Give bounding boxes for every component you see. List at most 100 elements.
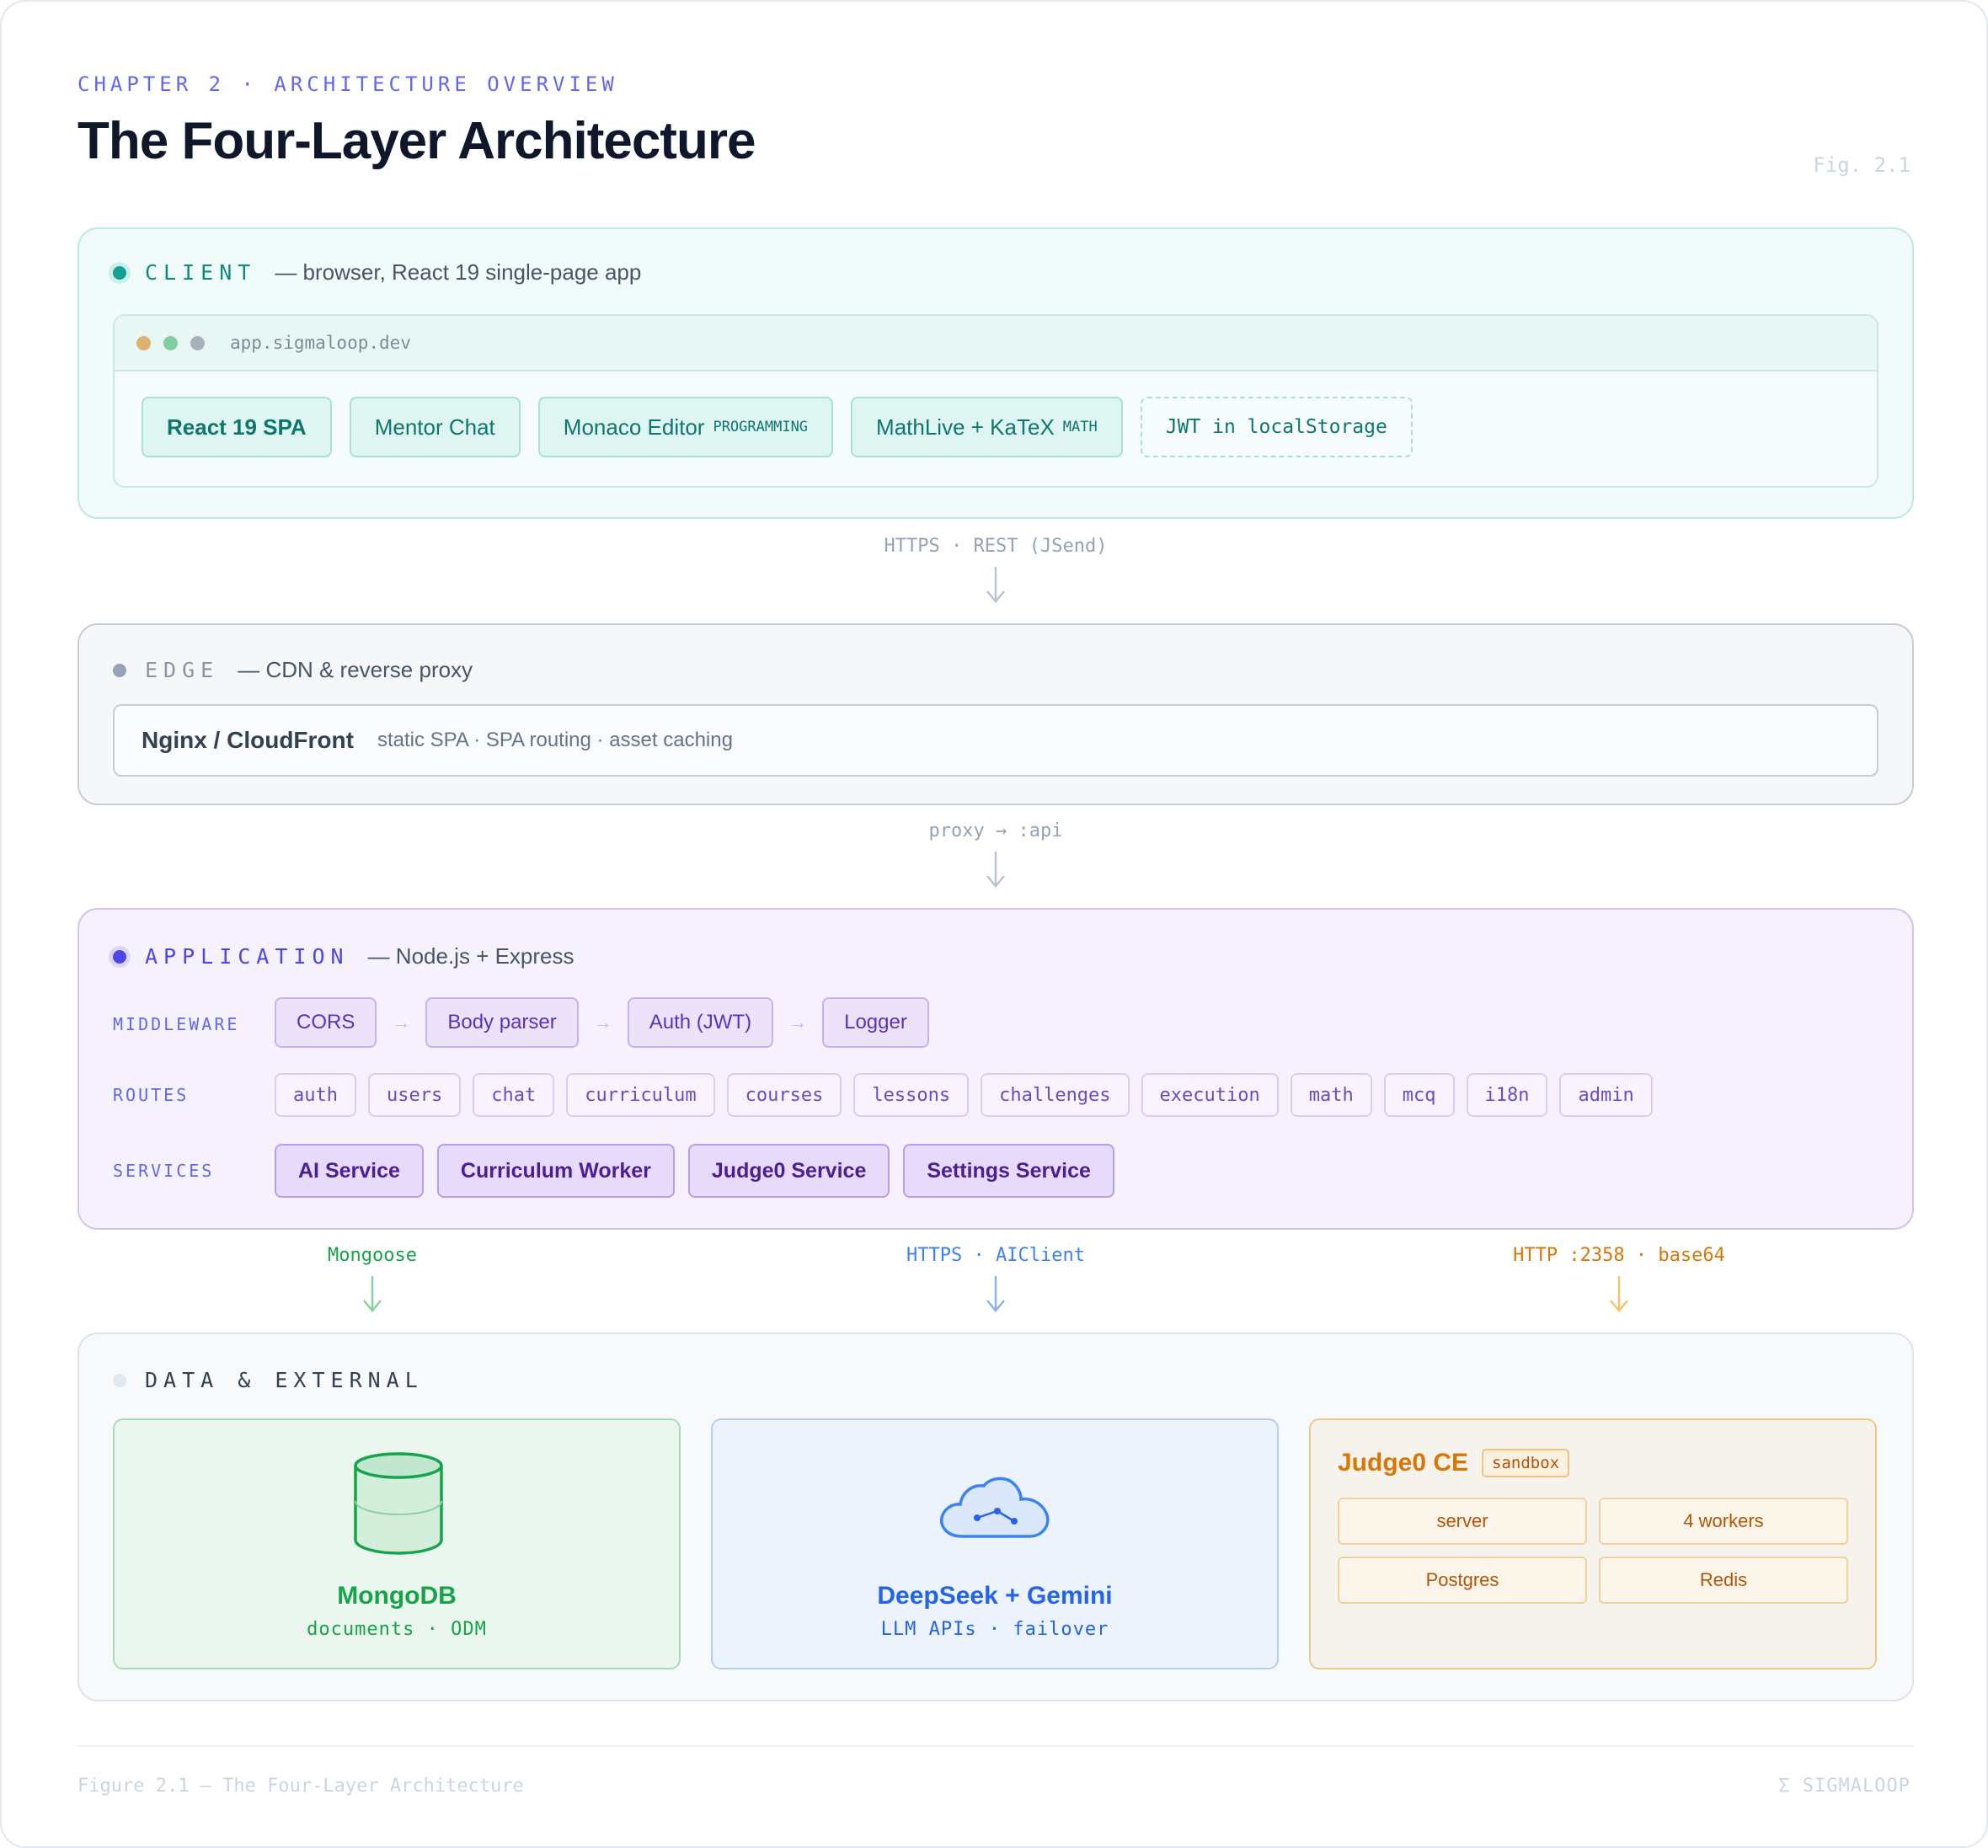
client-components: React 19 SPA Mentor Chat Monaco Editor PR… [142, 397, 1430, 457]
route-item: math [1290, 1073, 1372, 1117]
connector-label: HTTP :2358 · base64 [1513, 1245, 1725, 1266]
edge-layer: EDGE — CDN & reverse proxy Nginx / Cloud… [77, 623, 1914, 805]
connector-edge-app: proxy → :api [827, 820, 1164, 889]
judge0-components: server 4 workers Postgres Redis [1338, 1498, 1848, 1604]
connector-label: HTTPS · AIClient [906, 1245, 1085, 1266]
judge0-server: server [1338, 1498, 1587, 1545]
client-layer-desc: — browser, React 19 single-page app [275, 259, 642, 285]
connector-judge0: HTTP :2358 · base64 [1408, 1245, 1830, 1313]
route-item: chat [473, 1073, 555, 1117]
mongodb-card: MongoDB documents · ODM [113, 1418, 681, 1669]
application-dot-icon [113, 949, 126, 964]
application-layer-desc: — Node.js + Express [367, 943, 574, 969]
edge-proxy-desc: static SPA · SPA routing · asset caching [377, 729, 733, 751]
client-chip-mentor-chat: Mentor Chat [349, 397, 521, 457]
chip-label: MathLive + KaTeX [876, 414, 1055, 440]
client-chip-monaco: Monaco Editor PROGRAMMING [537, 397, 834, 457]
client-layer: CLIENT — browser, React 19 single-page a… [77, 227, 1914, 519]
page-title: The Four-Layer Architecture [77, 112, 756, 170]
database-icon [354, 1452, 443, 1555]
middleware-logger: Logger [822, 997, 929, 1048]
route-item: courses [726, 1073, 842, 1117]
middleware-body-parser: Body parser [425, 997, 579, 1048]
arrow-down-icon [986, 1276, 1005, 1312]
data-layer: DATA & EXTERNAL MongoDB documents · ODM … [77, 1333, 1914, 1701]
route-item: mcq [1383, 1073, 1455, 1117]
connector-label: HTTPS · REST (JSend) [884, 536, 1108, 557]
arrow-down-icon [986, 567, 1005, 603]
route-item: challenges [981, 1073, 1130, 1117]
arrow-right-icon: → [593, 1012, 612, 1033]
route-item: curriculum [566, 1073, 715, 1117]
edge-proxy-name: Nginx / CloudFront [142, 727, 354, 753]
arrow-down-icon [363, 1276, 382, 1312]
data-layer-header: DATA & EXTERNAL [113, 1368, 442, 1392]
llm-subtitle: LLM APIs · failover [880, 1619, 1109, 1640]
client-layer-header: CLIENT — browser, React 19 single-page a… [113, 259, 641, 286]
chip-label: JWT in localStorage [1165, 416, 1387, 438]
figure-page: CHAPTER 2 · ARCHITECTURE OVERVIEW The Fo… [0, 0, 1988, 1848]
route-item: auth [275, 1073, 356, 1117]
cloud-icon [939, 1477, 1050, 1538]
judge0-title: Judge0 CE [1338, 1449, 1469, 1477]
arrow-down-icon [986, 852, 1005, 888]
data-layer-name: DATA & EXTERNAL [145, 1368, 424, 1392]
mongodb-subtitle: documents · ODM [307, 1619, 487, 1640]
route-item: execution [1141, 1073, 1279, 1117]
routes-row: auth users chat curriculum courses lesso… [275, 1073, 1665, 1117]
application-layer-name: APPLICATION [145, 944, 350, 969]
edge-layer-desc: — CDN & reverse proxy [238, 657, 473, 682]
client-chip-mathlive: MathLive + KaTeX MATH [851, 397, 1123, 457]
chip-tag: PROGRAMMING [713, 419, 809, 435]
browser-url: app.sigmaloop.dev [230, 333, 411, 353]
judge0-header: Judge0 CE sandbox [1338, 1449, 1570, 1477]
application-layer: APPLICATION — Node.js + Express MIDDLEWA… [77, 908, 1914, 1230]
brand-label: Σ SIGMALOOP [1778, 1776, 1911, 1797]
client-chip-react: React 19 SPA [142, 397, 332, 457]
edge-layer-name: EDGE [145, 658, 220, 682]
service-judge0: Judge0 Service [687, 1144, 890, 1198]
judge0-card: Judge0 CE sandbox server 4 workers Postg… [1309, 1418, 1877, 1669]
edge-proxy-box: Nginx / CloudFront static SPA · SPA rout… [113, 704, 1878, 777]
middleware-row: CORS → Body parser → Auth (JWT) → Logger [275, 997, 929, 1048]
arrow-right-icon: → [392, 1012, 411, 1033]
middleware-cors: CORS [275, 997, 377, 1048]
service-ai: AI Service [275, 1144, 424, 1198]
client-layer-name: CLIENT [145, 260, 257, 285]
window-dot-icon [136, 335, 151, 350]
arrow-down-icon [1610, 1276, 1628, 1312]
data-dot-icon [113, 1373, 126, 1387]
chip-tag: MATH [1062, 419, 1098, 435]
judge0-redis: Redis [1599, 1557, 1848, 1604]
middleware-auth: Auth (JWT) [627, 997, 774, 1048]
connector-client-edge: HTTPS · REST (JSend) [827, 536, 1164, 604]
figure-number: Fig. 2.1 [1813, 153, 1911, 177]
footer-divider [77, 1745, 1914, 1747]
service-settings: Settings Service [903, 1144, 1114, 1198]
browser-bar: app.sigmaloop.dev [115, 316, 1877, 371]
route-item: admin [1559, 1073, 1653, 1117]
service-curriculum-worker: Curriculum Worker [436, 1144, 675, 1198]
chip-label: React 19 SPA [167, 414, 307, 440]
middleware-label: MIDDLEWARE [113, 1014, 240, 1034]
connector-mongoose: Mongoose [246, 1245, 499, 1313]
client-chip-jwt: JWT in localStorage [1140, 397, 1413, 457]
arrow-right-icon: → [788, 1012, 808, 1033]
chapter-label: CHAPTER 2 · ARCHITECTURE OVERVIEW [77, 72, 618, 96]
connector-label: Mongoose [328, 1245, 417, 1266]
chip-label: Monaco Editor [563, 414, 705, 440]
services-label: SERVICES [113, 1161, 215, 1181]
window-dot-icon [163, 335, 178, 350]
route-item: users [367, 1073, 462, 1117]
connector-aiclient: HTTPS · AIClient [827, 1245, 1164, 1313]
route-item: i18n [1466, 1073, 1548, 1117]
connector-label: proxy → :api [928, 820, 1063, 841]
browser-window: app.sigmaloop.dev React 19 SPA Mentor Ch… [113, 314, 1878, 488]
judge0-workers: 4 workers [1599, 1498, 1848, 1545]
application-layer-header: APPLICATION — Node.js + Express [113, 943, 574, 969]
figure-caption: Figure 2.1 — The Four-Layer Architecture [77, 1776, 524, 1797]
sandbox-badge: sandbox [1482, 1449, 1570, 1477]
window-dot-icon [190, 335, 205, 350]
llm-title: DeepSeek + Gemini [877, 1582, 1113, 1610]
chip-label: Mentor Chat [374, 414, 495, 440]
